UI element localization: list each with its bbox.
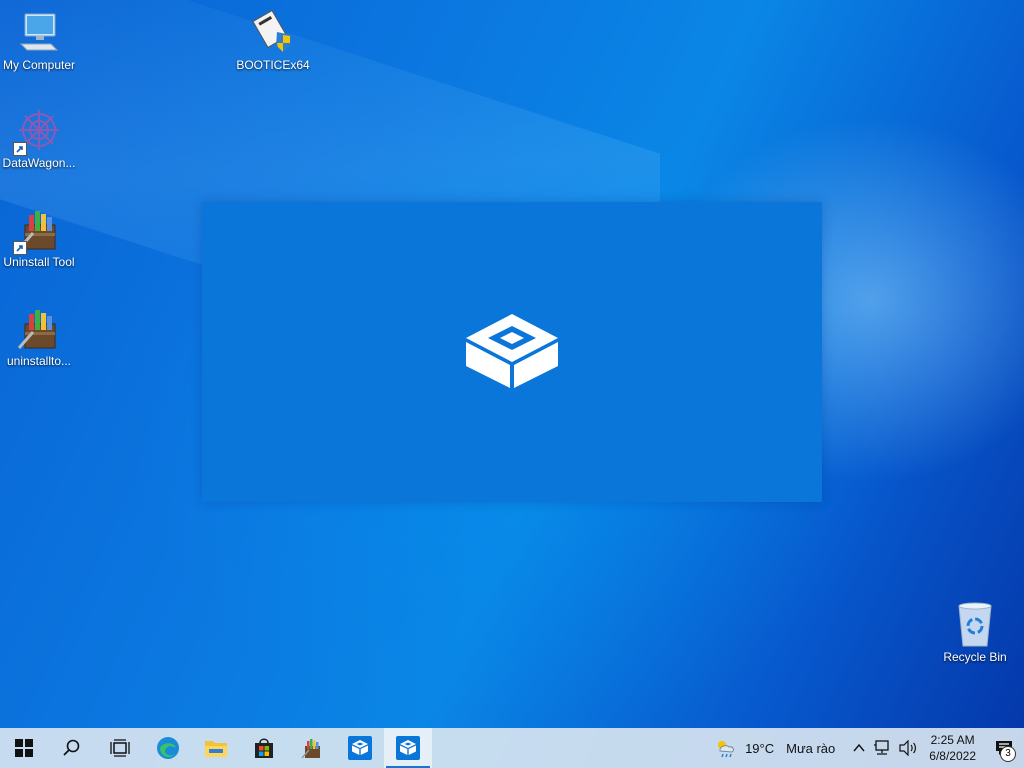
desktop-icon-my-computer[interactable]: My Computer <box>0 8 78 72</box>
recycle-bin-icon <box>951 600 999 648</box>
booticex64-icon <box>249 8 297 56</box>
sandbox-logo-icon <box>466 314 558 388</box>
speaker-icon <box>899 740 917 756</box>
computer-icon <box>15 8 63 56</box>
search-icon <box>63 739 80 756</box>
weather-condition: Mưa rào <box>786 740 836 756</box>
taskbar-sandbox-button[interactable] <box>336 728 384 768</box>
datawagon-icon <box>13 106 63 156</box>
desktop-icon-label: Recycle Bin <box>943 650 1007 664</box>
sandbox-icon <box>396 736 420 760</box>
volume-button[interactable] <box>895 728 921 768</box>
weather-temperature: 19°C <box>745 740 775 756</box>
show-hidden-icons-button[interactable] <box>849 728 869 768</box>
clock-time: 2:25 AM <box>930 733 975 747</box>
task-view-icon <box>110 739 130 757</box>
clock[interactable]: 2:25 AM 6/8/2022 <box>921 732 984 764</box>
start-button[interactable] <box>0 728 48 768</box>
taskbar-uninstall-tool-button[interactable] <box>288 728 336 768</box>
desktop-icon-label: uninstallto... <box>6 354 72 368</box>
windows-start-icon <box>15 739 33 757</box>
task-view-button[interactable] <box>96 728 144 768</box>
desktop-icon-label: My Computer <box>2 58 76 72</box>
desktop-icon-datawagon[interactable]: DataWagon... <box>0 106 78 170</box>
network-icon <box>874 740 889 755</box>
desktop-icon-uninstall-tool[interactable]: Uninstall Tool <box>0 205 78 269</box>
sandbox-splash-window <box>202 202 822 502</box>
notification-count-badge: 3 <box>1000 746 1016 762</box>
desktop-icon-label: Uninstall Tool <box>3 255 75 269</box>
microsoft-store-icon <box>255 738 273 758</box>
file-explorer-icon <box>205 741 227 757</box>
taskbar: 19°C Mưa rào 2:25 AM 6/8/2022 3 <box>0 728 1024 768</box>
edge-browser-icon <box>157 737 179 759</box>
action-center-button[interactable]: 3 <box>984 728 1024 768</box>
taskbar-file-explorer-button[interactable] <box>192 728 240 768</box>
uninstall-tool-icon <box>13 205 63 255</box>
system-tray: 19°C Mưa rào 2:25 AM 6/8/2022 3 <box>711 728 1024 768</box>
weather-rain-icon <box>718 741 734 758</box>
desktop-icon-booticex64[interactable]: BOOTICEx64 <box>234 8 312 72</box>
desktop-icon-uninstalltool-2[interactable]: uninstallto... <box>0 304 78 368</box>
network-button[interactable] <box>869 728 895 768</box>
shortcut-arrow-icon <box>13 241 27 255</box>
desktop-icon-recycle-bin[interactable]: Recycle Bin <box>936 600 1014 664</box>
sandbox-icon <box>348 736 372 760</box>
taskbar-store-button[interactable] <box>240 728 288 768</box>
weather-widget[interactable]: 19°C Mưa rào <box>711 728 839 768</box>
desktop-icon-label: BOOTICEx64 <box>236 58 310 72</box>
search-button[interactable] <box>48 728 96 768</box>
desktop-icon-label: DataWagon... <box>2 156 76 170</box>
shortcut-arrow-icon <box>13 142 27 156</box>
clock-date: 6/8/2022 <box>929 749 976 763</box>
taskbar-edge-button[interactable] <box>144 728 192 768</box>
uninstall-tool-icon <box>15 304 63 352</box>
taskbar-sandbox-button-active[interactable] <box>384 728 432 768</box>
chevron-up-icon <box>853 743 865 752</box>
uninstall-tool-icon <box>301 739 320 759</box>
